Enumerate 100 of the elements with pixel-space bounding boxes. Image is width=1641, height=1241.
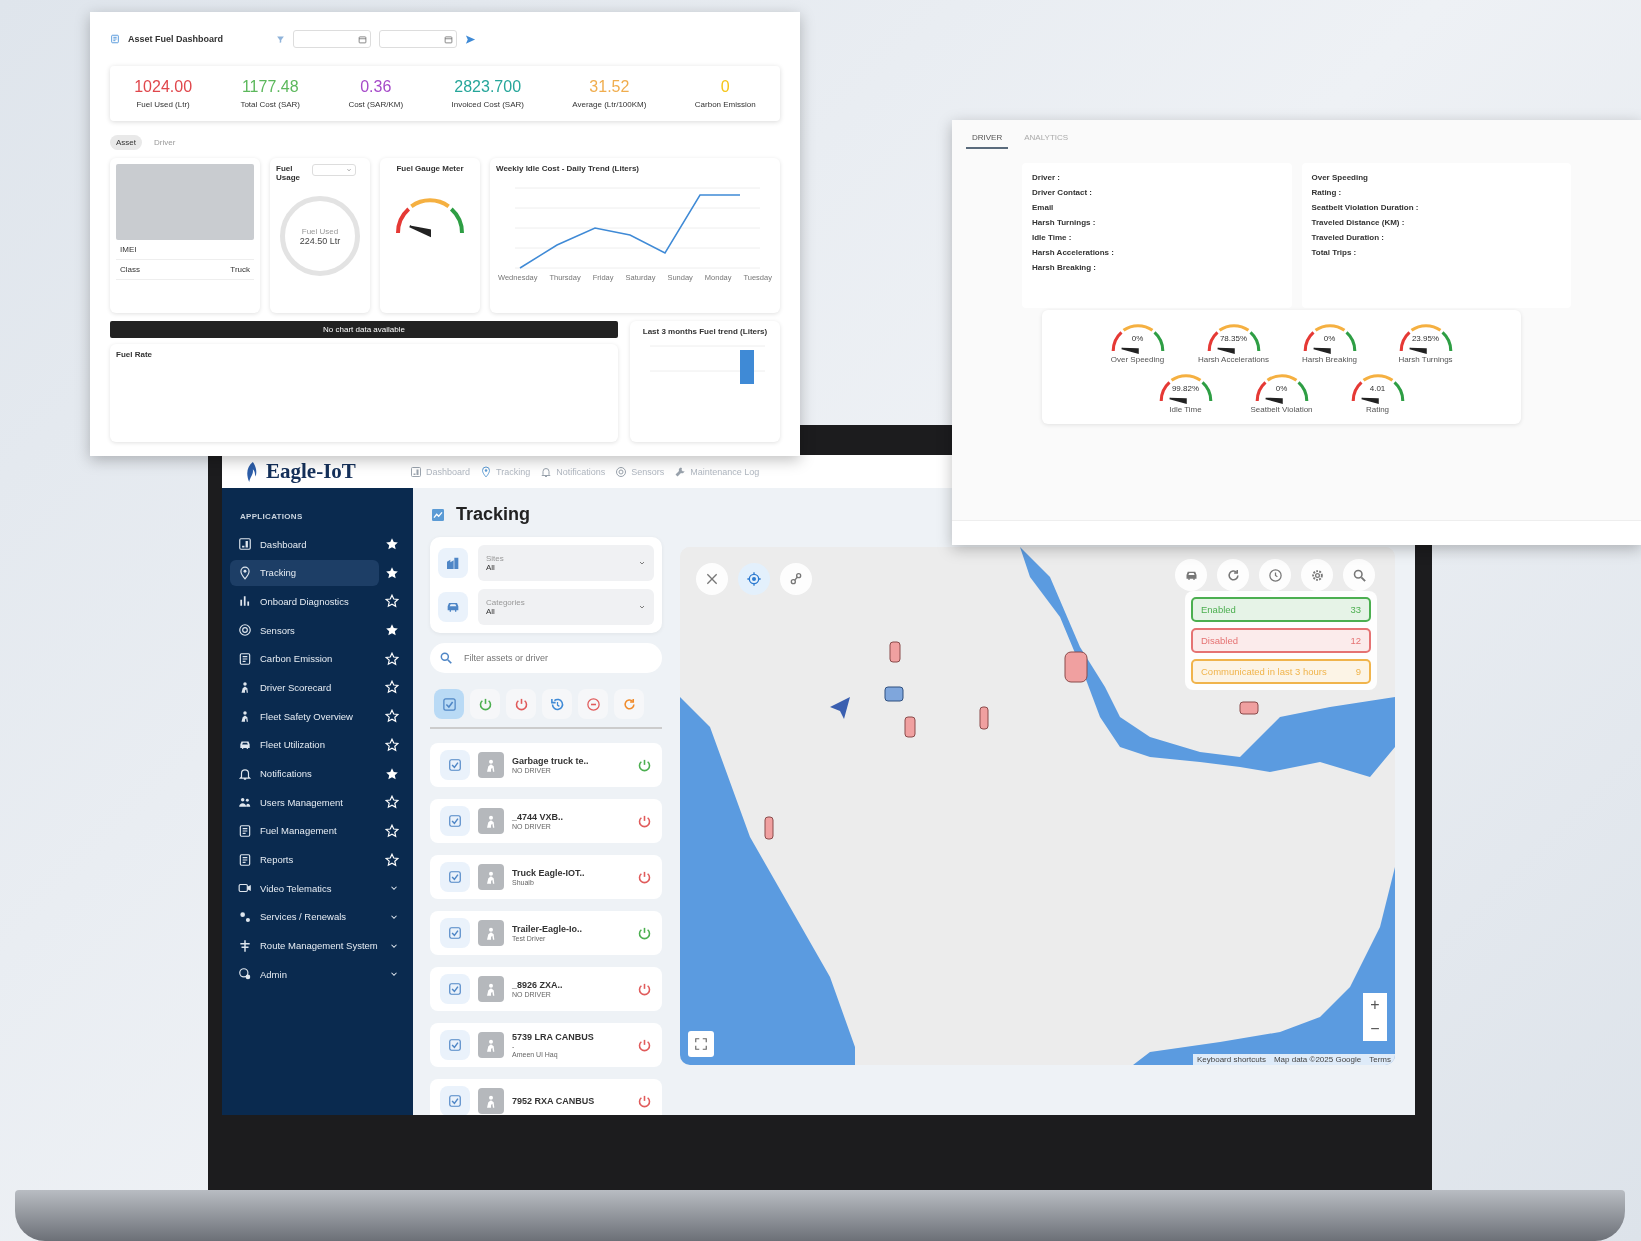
- dropdown[interactable]: Sites All: [478, 545, 654, 581]
- star-icon[interactable]: [385, 537, 399, 551]
- star-icon[interactable]: [385, 594, 399, 609]
- caret-icon: [346, 167, 352, 173]
- asset-name: 5739 LRA CANBUS: [512, 1032, 595, 1042]
- power-icon[interactable]: [637, 1037, 652, 1053]
- attribution-link[interactable]: Map data ©2025 Google: [1273, 1055, 1362, 1064]
- asset-name: _4744 VXB..: [512, 812, 565, 822]
- sidebar-item[interactable]: Fleet Utilization: [230, 731, 405, 758]
- power-icon[interactable]: [637, 813, 652, 829]
- nodes-icon: [788, 571, 804, 587]
- power-icon[interactable]: [637, 925, 652, 941]
- kpi-label: Average (Ltr/100KM): [572, 100, 647, 109]
- tab[interactable]: Asset: [110, 135, 142, 150]
- date-field[interactable]: [379, 30, 457, 48]
- star-icon[interactable]: [385, 795, 399, 810]
- kpi-value: 1177.48: [241, 78, 299, 96]
- status-filter-button[interactable]: [614, 689, 644, 719]
- star-icon[interactable]: [385, 737, 399, 752]
- search-field[interactable]: Filter assets or driver: [430, 643, 662, 673]
- power-icon: [513, 696, 529, 712]
- send-icon[interactable]: [465, 33, 476, 45]
- attribution-link[interactable]: Keyboard shortcuts: [1197, 1055, 1266, 1064]
- date-field[interactable]: [293, 30, 371, 48]
- map-drawing[interactable]: [680, 547, 1395, 1065]
- kpi-label: Invoiced Cost (SAR): [451, 100, 524, 109]
- info-label: Email: [1032, 203, 1055, 212]
- gauge-value: 0%: [1131, 334, 1144, 343]
- power-icon[interactable]: [637, 981, 652, 997]
- star-icon[interactable]: [385, 565, 399, 580]
- refresh-icon: [621, 696, 637, 712]
- sidebar-item[interactable]: Reports: [230, 846, 405, 873]
- filter-icon[interactable]: [276, 34, 285, 44]
- gauge-value: 4.01: [1369, 384, 1386, 394]
- fullscreen-button[interactable]: [688, 1031, 714, 1057]
- chart-title: Fuel Rate: [116, 350, 153, 359]
- calendar-icon: [444, 34, 453, 44]
- clock-icon: [1267, 567, 1283, 583]
- sidebar-item[interactable]: Notifications: [230, 760, 405, 787]
- sidebar-heading: APPLICATIONS: [240, 512, 304, 521]
- status-filter-button[interactable]: [434, 689, 464, 719]
- sidebar-item[interactable]: Driver Scorecard: [230, 674, 405, 701]
- sidebar-item[interactable]: Onboard Diagnostics: [230, 588, 405, 615]
- fuel-used-ring: Fuel Used 224.50 Ltr: [280, 196, 360, 276]
- bar-chart-icon: [238, 594, 252, 609]
- gauge-label: Rating: [1365, 405, 1390, 415]
- info-label: Total Trips :: [1311, 248, 1358, 257]
- search-icon: [1351, 567, 1367, 583]
- sidebar-item[interactable]: Video Telematics: [230, 875, 405, 902]
- sidebar-item[interactable]: Dashboard: [230, 531, 405, 557]
- building-icon: [445, 555, 461, 571]
- calendar-icon: [358, 34, 367, 44]
- gauge-label: Harsh Breaking: [1301, 355, 1358, 365]
- kpi-label: Cost (SAR/KM): [348, 100, 404, 109]
- asset-name: Garbage truck te..: [512, 756, 590, 766]
- dropdown[interactable]: Categories All: [478, 589, 654, 625]
- search-icon: [439, 651, 453, 665]
- status-filter-button[interactable]: [506, 689, 536, 719]
- status-filter-button[interactable]: [470, 689, 500, 719]
- star-icon[interactable]: [385, 623, 399, 638]
- location-target-icon: [746, 571, 762, 587]
- info-label: Class: [120, 265, 140, 274]
- tab[interactable]: DRIVER: [966, 128, 1009, 149]
- checkbox-icon: [448, 1038, 462, 1052]
- attribution-link[interactable]: Terms: [1369, 1055, 1391, 1064]
- gauge-value: 23.95%: [1411, 334, 1440, 343]
- power-icon[interactable]: [637, 1093, 652, 1109]
- checkbox-icon: [448, 982, 462, 996]
- card-title: Fuel Gauge Meter: [396, 164, 464, 173]
- star-icon[interactable]: [385, 852, 399, 867]
- power-icon[interactable]: [637, 757, 652, 773]
- sidebar-item[interactable]: Route Management System: [230, 932, 405, 959]
- sidebar-item[interactable]: Admin: [230, 961, 405, 988]
- info-label: Idle Time :: [1032, 233, 1073, 242]
- sidebar-item[interactable]: Fleet Safety Overview: [230, 703, 405, 730]
- signpost-icon: [238, 938, 252, 953]
- refresh-icon: [1225, 567, 1241, 583]
- sidebar-item[interactable]: Users Management: [230, 789, 405, 816]
- sidebar-item[interactable]: Services / Renewals: [230, 903, 405, 930]
- sidebar-item[interactable]: Sensors: [230, 617, 405, 644]
- star-icon[interactable]: [385, 651, 399, 666]
- star-icon[interactable]: [385, 680, 399, 695]
- kpi-label: Carbon Emission: [694, 100, 756, 109]
- asset-row[interactable]: 7952 RXA CANBUS: [430, 1079, 662, 1115]
- page-title: Tracking: [456, 504, 531, 525]
- sidebar-item[interactable]: Carbon Emission: [230, 645, 405, 672]
- gauge-value: 99.82%: [1171, 384, 1200, 394]
- document-icon: [110, 34, 120, 44]
- star-icon[interactable]: [385, 823, 399, 838]
- star-icon[interactable]: [385, 766, 399, 781]
- info-label: Driver :: [1032, 173, 1061, 182]
- kpi-value: 0.36: [360, 78, 392, 96]
- star-icon[interactable]: [385, 709, 399, 724]
- checkbox-icon: [448, 1094, 462, 1108]
- status-filter-button[interactable]: [542, 689, 572, 719]
- status-filter-button[interactable]: [578, 689, 608, 719]
- power-icon[interactable]: [637, 869, 652, 885]
- sidebar-item[interactable]: Fuel Management: [230, 817, 405, 844]
- caret-icon: [638, 603, 646, 611]
- gauge-label: Harsh Accelerations: [1197, 355, 1270, 365]
